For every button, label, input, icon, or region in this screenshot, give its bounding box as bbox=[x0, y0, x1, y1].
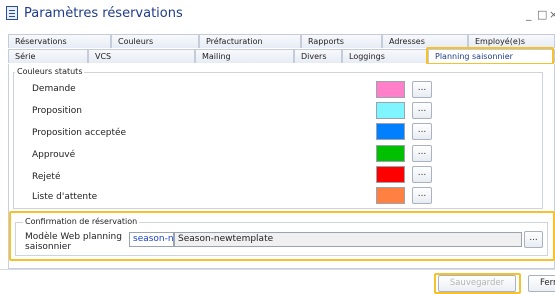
close-icon[interactable]: × bbox=[549, 8, 555, 21]
tab-adresses[interactable]: Adresses bbox=[382, 34, 468, 48]
status-colors-title: Couleurs statuts bbox=[15, 67, 85, 76]
maximize-icon[interactable]: □ bbox=[537, 8, 547, 21]
tab-row-2: Série VCS Mailing Divers Loggings Planni… bbox=[8, 49, 555, 63]
tab-rapports[interactable]: Rapports bbox=[301, 34, 382, 48]
tab-mailing[interactable]: Mailing bbox=[195, 49, 294, 63]
color-picker-button[interactable]: ... bbox=[412, 145, 432, 162]
status-colors-group bbox=[13, 72, 543, 209]
tab-loggings[interactable]: Loggings bbox=[342, 49, 428, 63]
status-label-demande: Demande bbox=[32, 84, 76, 94]
status-label-liste-attente: Liste d'attente bbox=[32, 192, 98, 202]
color-picker-button[interactable]: ... bbox=[412, 187, 432, 204]
color-picker-button[interactable]: ... bbox=[412, 123, 432, 140]
status-label-proposition: Proposition bbox=[32, 106, 82, 116]
tab-reservations[interactable]: Réservations bbox=[8, 34, 111, 48]
footer-divider bbox=[0, 269, 555, 270]
template-code-field[interactable]: season-ne bbox=[129, 232, 174, 247]
color-swatch bbox=[376, 166, 405, 183]
save-button[interactable]: Sauvegarder bbox=[438, 275, 516, 292]
status-label-proposition-acceptee: Proposition acceptée bbox=[32, 128, 127, 138]
color-swatch bbox=[376, 145, 405, 162]
browse-template-button[interactable]: ... bbox=[524, 231, 543, 248]
color-swatch bbox=[376, 187, 405, 204]
status-label-approuve: Approuvé bbox=[32, 150, 76, 160]
tab-vcs[interactable]: VCS bbox=[88, 49, 195, 63]
tab-prefacturation[interactable]: Préfacturation bbox=[199, 34, 301, 48]
tab-row-1: Réservations Couleurs Préfacturation Rap… bbox=[8, 34, 555, 48]
tab-divers[interactable]: Divers bbox=[294, 49, 342, 63]
close-button[interactable]: Fermer bbox=[528, 275, 555, 292]
tab-planning-saisonnier[interactable]: Planning saisonnier bbox=[428, 49, 555, 63]
tab-employees[interactable]: Employé(e)s bbox=[468, 34, 555, 48]
color-picker-button[interactable]: ... bbox=[412, 166, 432, 183]
status-label-rejete: Rejeté bbox=[32, 172, 61, 182]
minimize-icon[interactable]: _ bbox=[526, 8, 532, 21]
window-title: Paramètres réservations bbox=[24, 6, 183, 21]
confirmation-title: Confirmation de réservation bbox=[23, 217, 140, 226]
color-picker-button[interactable]: ... bbox=[412, 81, 432, 98]
color-swatch bbox=[376, 102, 405, 119]
color-swatch bbox=[376, 123, 405, 140]
title-bar: Paramètres réservations _ □ × bbox=[0, 0, 555, 32]
color-swatch bbox=[376, 81, 405, 98]
template-name-field[interactable]: Season-newtemplate bbox=[174, 232, 522, 247]
window-app-icon bbox=[6, 6, 18, 20]
tab-couleurs[interactable]: Couleurs bbox=[111, 34, 199, 48]
tab-serie[interactable]: Série bbox=[8, 49, 88, 63]
web-template-label: Modèle Web planning saisonnier bbox=[25, 232, 122, 252]
color-picker-button[interactable]: ... bbox=[412, 102, 432, 119]
